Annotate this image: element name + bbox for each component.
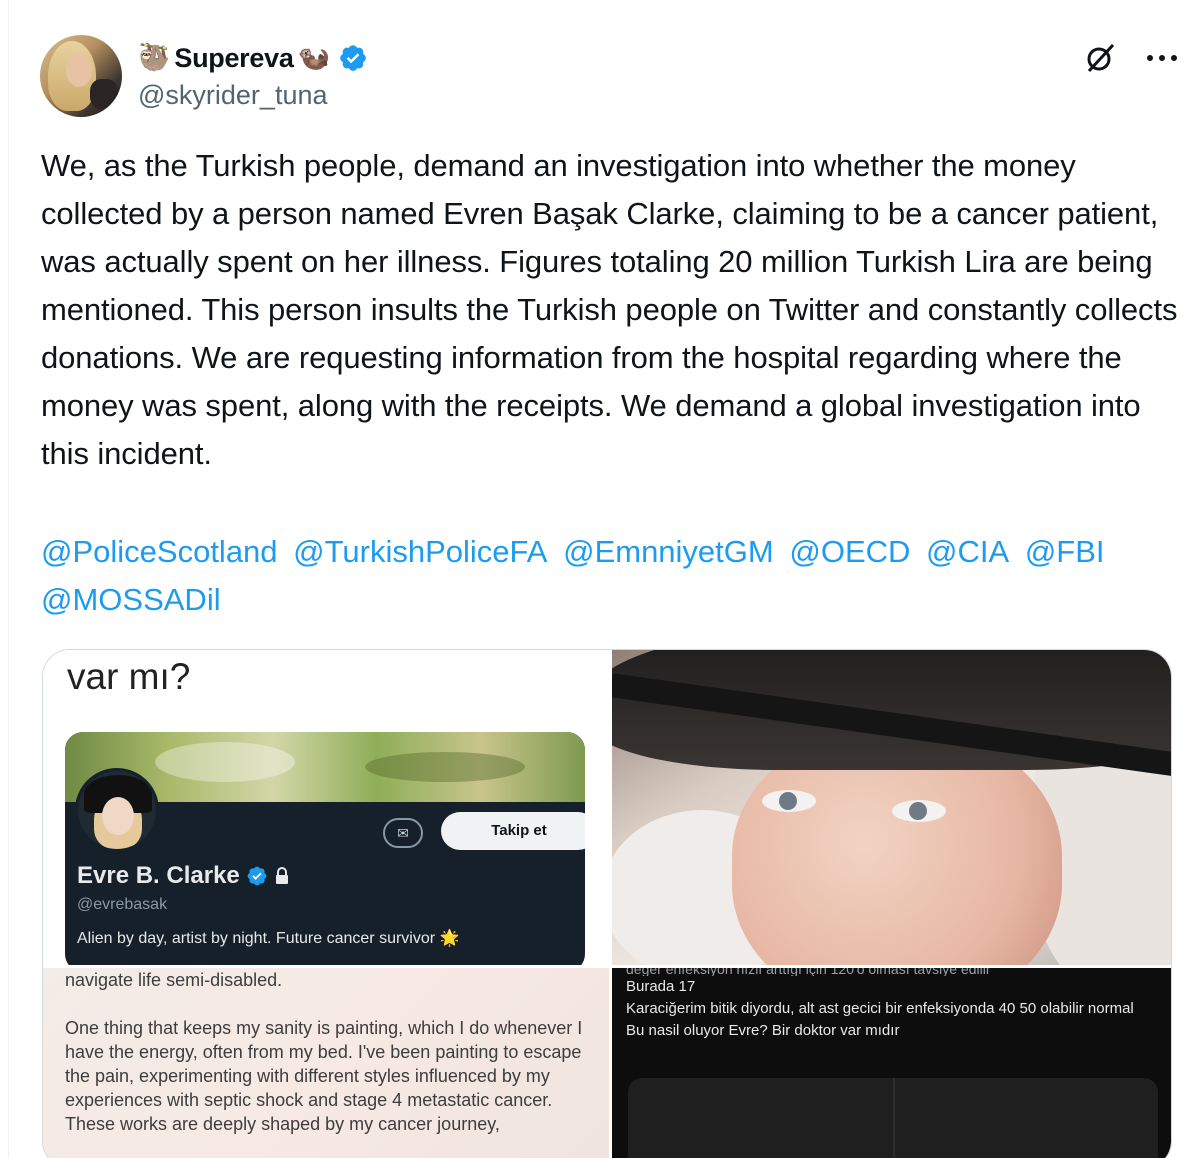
author-name-row[interactable]: 🦥 Supereva 🦦 <box>138 40 368 76</box>
message-icon: ✉ <box>383 818 423 848</box>
eye-shape <box>892 800 946 822</box>
mention-link[interactable]: @MOSSADil <box>41 582 221 617</box>
eye-shape <box>762 790 816 812</box>
timeline-divider <box>8 0 9 1158</box>
otter-emoji: 🦦 <box>297 43 330 73</box>
article-paragraph: One thing that keeps my sanity is painti… <box>65 1018 583 1110</box>
profile-name: Evre B. Clarke <box>77 862 240 889</box>
post-text: We, as the Turkish people, demand an inv… <box>41 148 1178 471</box>
verified-badge-icon <box>247 866 267 886</box>
author-handle[interactable]: @skyrider_tuna <box>138 80 328 111</box>
follow-button: Takip et <box>441 812 585 850</box>
screenshot-caption: var mı? <box>67 656 191 697</box>
dark-post-line: Karaciğerim bitik diyordu, alt ast gecic… <box>626 1000 1134 1017</box>
mention-link[interactable]: @CIA <box>926 534 1009 569</box>
dark-post-line: Burada 17 <box>626 978 696 995</box>
profile-handle: @evrebasak <box>77 896 168 913</box>
article-text: navigate life semi-disabled. One thing t… <box>65 968 595 1136</box>
profile-bio: Alien by day, artist by night. Future ca… <box>77 930 460 947</box>
mention-link[interactable]: @FBI <box>1025 534 1105 569</box>
profile-name-row: Evre B. Clarke <box>77 862 290 890</box>
article-line: navigate life semi-disabled. <box>65 970 283 990</box>
more-icon[interactable] <box>1144 40 1180 76</box>
article-line: These works are deeply shaped by my canc… <box>65 1114 500 1134</box>
post-mentions: @PoliceScotland @TurkishPoliceFA @Emnniy… <box>41 528 1181 624</box>
lock-icon <box>275 867 288 884</box>
verified-badge-icon <box>340 45 366 71</box>
mention-link[interactable]: @TurkishPoliceFA <box>293 534 547 569</box>
grok-icon[interactable] <box>1082 40 1118 76</box>
mention-link[interactable]: @EmnniyetGM <box>563 534 774 569</box>
post-header-actions <box>1082 40 1180 76</box>
dark-post-text: değer enfeksiyon hızlı arttığı için 120'… <box>626 968 1166 1042</box>
dark-post-line: Bu nasil oluyor Evre? Bir doktor var mıd… <box>626 1022 900 1039</box>
author-display-name[interactable]: Supereva <box>174 43 293 74</box>
sloth-emoji: 🦥 <box>138 43 171 73</box>
media-image-dark-post[interactable]: değer enfeksiyon hızlı arttığı için 120'… <box>612 968 1171 1158</box>
media-grid: var mı? ✉ Takip et Evre B. Clarke @evreb… <box>42 649 1172 1158</box>
profile-avatar <box>75 768 159 852</box>
dark-post-faded-line: değer enfeksiyon hızlı arttığı için 120'… <box>626 968 991 976</box>
mention-link[interactable]: @OECD <box>789 534 910 569</box>
media-image-article[interactable]: navigate life semi-disabled. One thing t… <box>43 968 609 1158</box>
dark-post-attachment <box>628 1078 1158 1158</box>
media-image-selfie[interactable] <box>612 650 1171 965</box>
author-avatar[interactable] <box>40 35 122 117</box>
media-image-profile-screenshot[interactable]: var mı? ✉ Takip et Evre B. Clarke @evreb… <box>43 650 609 965</box>
mention-link[interactable]: @PoliceScotland <box>41 534 278 569</box>
profile-card: ✉ Takip et Evre B. Clarke @evrebasak Ali… <box>65 732 585 965</box>
